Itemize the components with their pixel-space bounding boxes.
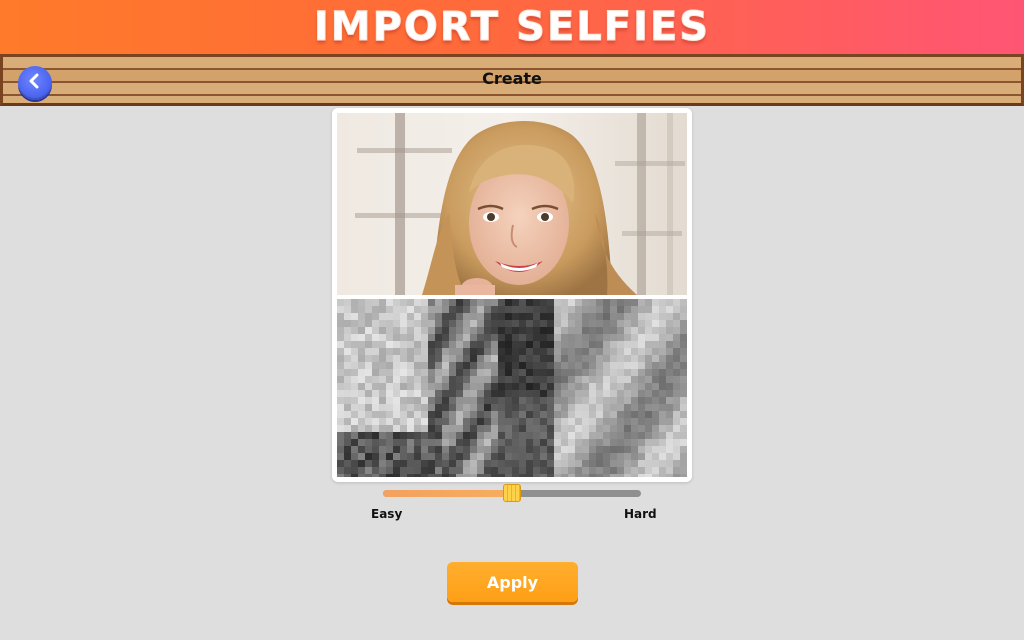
selfie-photo xyxy=(337,113,687,295)
toolbar: Create xyxy=(0,54,1024,106)
difficulty-slider-fill xyxy=(383,490,512,497)
difficulty-slider-thumb[interactable] xyxy=(503,484,521,502)
page-title: Create xyxy=(482,69,542,88)
app-banner: IMPORT SELFIES xyxy=(0,0,1024,54)
hard-label: Hard xyxy=(624,507,657,521)
apply-button[interactable]: Apply xyxy=(447,562,578,602)
preview-card xyxy=(332,108,692,482)
easy-label: Easy xyxy=(371,507,403,521)
banner-title: IMPORT SELFIES xyxy=(313,4,711,51)
pixelated-puzzle-preview xyxy=(337,299,687,477)
